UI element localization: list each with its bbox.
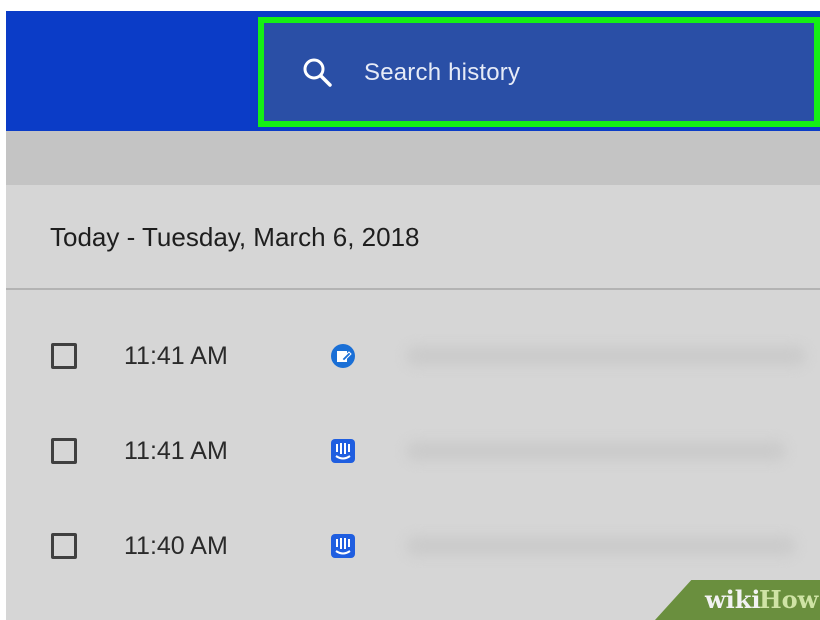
divider <box>6 288 820 290</box>
watermark-how-text: How <box>759 585 819 614</box>
circle-edit-icon <box>331 344 355 368</box>
row-checkbox[interactable] <box>51 438 77 464</box>
history-row[interactable]: 11:41 AM <box>6 425 820 485</box>
search-history-box[interactable]: Search history <box>258 17 820 127</box>
intercom-icon <box>331 534 355 558</box>
intercom-icon <box>331 439 355 463</box>
watermark-wiki-text: wiki <box>705 585 761 614</box>
history-content: Today - Tuesday, March 6, 2018 11:41 AM … <box>6 185 820 620</box>
row-title-blurred[interactable] <box>406 346 806 366</box>
date-header: Today - Tuesday, March 6, 2018 <box>50 222 420 252</box>
search-icon[interactable] <box>300 55 334 89</box>
toolbar-strip <box>6 131 820 185</box>
row-time: 11:41 AM <box>124 342 228 370</box>
row-checkbox[interactable] <box>51 533 77 559</box>
history-row[interactable]: 11:41 AM <box>6 330 820 390</box>
history-row[interactable]: 11:40 AM <box>6 520 820 580</box>
row-time: 11:41 AM <box>124 437 228 465</box>
row-checkbox[interactable] <box>51 343 77 369</box>
row-title-blurred[interactable] <box>406 441 786 461</box>
search-input[interactable]: Search history <box>364 59 520 87</box>
row-title-blurred[interactable] <box>406 536 796 556</box>
row-time: 11:40 AM <box>124 532 228 560</box>
